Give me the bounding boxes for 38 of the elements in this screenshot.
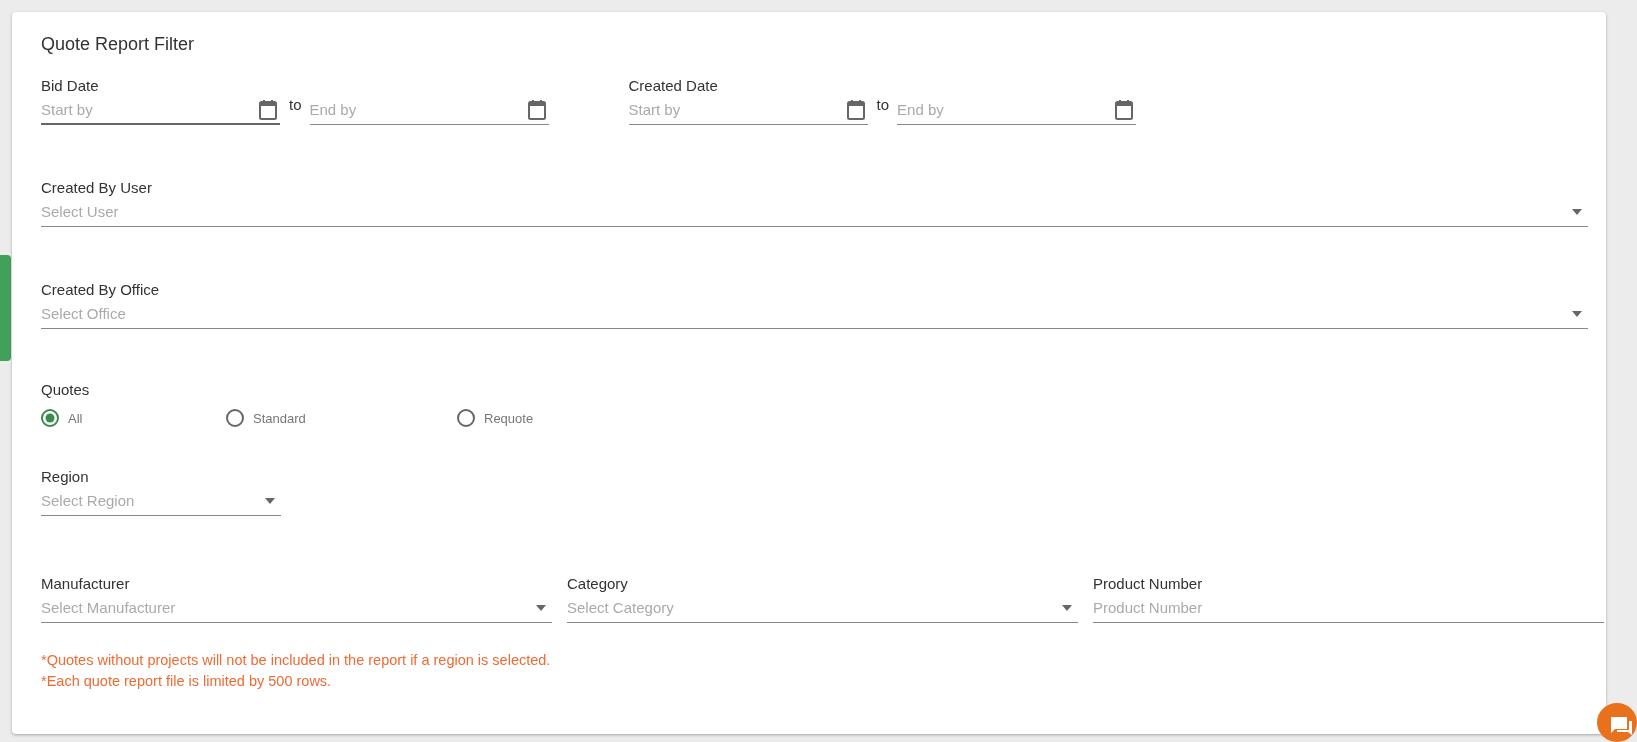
radio-icon[interactable] (457, 409, 475, 427)
dropdown-caret-icon[interactable] (1572, 311, 1582, 317)
select-field[interactable]: Select Office (41, 299, 1588, 329)
field-label: Created By User (41, 179, 153, 197)
field-label: Bid Date (41, 77, 100, 95)
radio-icon[interactable] (41, 409, 59, 427)
field-label: Manufacturer (41, 575, 131, 593)
select-field[interactable]: Select User (41, 197, 1588, 227)
calendar-icon[interactable] (258, 99, 278, 121)
select-field[interactable]: Select Category (567, 593, 1078, 623)
field-label: Quotes (41, 381, 91, 399)
chat-button[interactable] (1597, 703, 1637, 742)
warning-note: *Quotes without projects will not be included in the report if a region is selected. (41, 651, 552, 670)
field-label: Region (41, 468, 90, 486)
calendar-icon[interactable] (845, 99, 866, 121)
page-title: Quote Report Filter (41, 34, 196, 55)
field-label: Product Number (1093, 575, 1204, 593)
field-label: Category (567, 575, 629, 593)
warning-note: *Each quote report file is limited by 500 rows. (41, 672, 333, 691)
radio-option[interactable]: Requote (457, 409, 534, 427)
field-label: Created By Office (41, 281, 161, 299)
radio-icon[interactable] (226, 409, 244, 427)
range-separator: to (289, 96, 302, 113)
calendar-icon[interactable] (1114, 99, 1135, 121)
radio-option[interactable]: All (41, 409, 226, 427)
select-field[interactable]: Select Manufacturer (41, 593, 552, 623)
dropdown-caret-icon[interactable] (1572, 209, 1582, 215)
select-field[interactable]: Select Region (41, 486, 281, 516)
radio-option[interactable]: Standard (226, 409, 457, 427)
field-label: Created Date (628, 77, 719, 95)
date-field[interactable]: Start by (41, 95, 280, 125)
dropdown-caret-icon[interactable] (536, 605, 546, 611)
chat-icon (1609, 715, 1633, 737)
calendar-icon[interactable] (526, 99, 547, 121)
dropdown-caret-icon[interactable] (265, 498, 275, 504)
dropdown-caret-icon[interactable] (1062, 605, 1072, 611)
input-field[interactable]: Product Number (1093, 593, 1604, 623)
range-separator: to (876, 96, 890, 113)
